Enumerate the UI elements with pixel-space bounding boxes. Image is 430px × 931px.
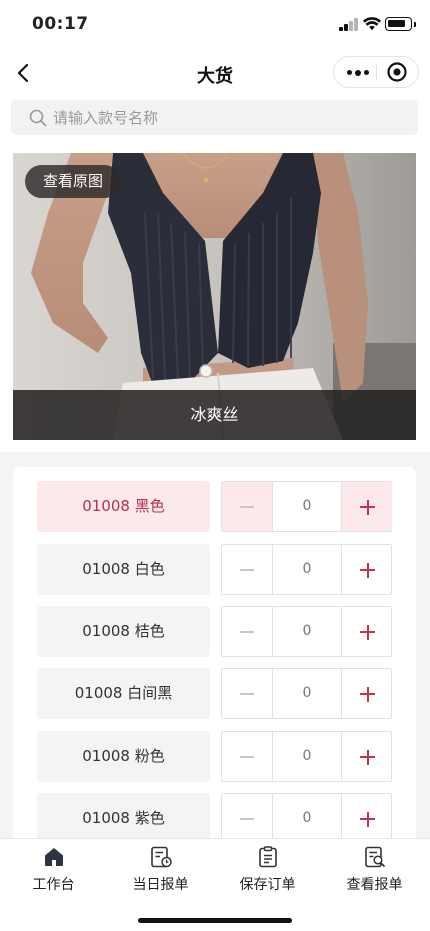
variant-label[interactable]: 01008 白间黑 [37,668,210,719]
increase-button[interactable] [342,732,392,781]
increase-button[interactable] [342,669,392,718]
search-input[interactable] [53,100,403,135]
variants-section[interactable]: 01008 黑色 0 01008 白色 0 01008 桔色 0 01008 白… [0,452,430,838]
variants-panel: 01008 黑色 0 01008 白色 0 01008 桔色 0 01008 白… [13,467,416,838]
increase-button[interactable] [342,545,392,594]
quantity-value[interactable]: 0 [272,732,342,781]
decrease-button[interactable] [222,545,272,594]
decrease-button[interactable] [222,669,272,718]
increase-button[interactable] [342,482,392,531]
variant-label[interactable]: 01008 紫色 [37,793,210,838]
variant-row: 01008 白色 0 [37,544,392,595]
decrease-button[interactable] [222,794,272,838]
home-icon [45,848,63,866]
search-report-icon [365,846,385,868]
quantity-value[interactable]: 0 [272,545,342,594]
search-bar[interactable] [11,100,418,135]
product-caption: 冰爽丝 [13,390,416,440]
quantity-stepper: 0 [221,606,392,657]
more-icon[interactable] [342,57,374,87]
quantity-stepper: 0 [221,544,392,595]
variant-row: 01008 桔色 0 [37,606,392,657]
quantity-stepper: 0 [221,481,392,532]
nav-bar: 大货 [0,50,430,96]
variant-row: 01008 黑色 0 [37,481,392,532]
tab-view-report[interactable]: 查看报单 [321,839,428,899]
variant-label[interactable]: 01008 白色 [37,544,210,595]
quantity-value[interactable]: 0 [272,669,342,718]
quantity-stepper: 0 [221,793,392,838]
clipboard-icon [259,846,277,868]
capsule-divider [376,65,377,80]
decrease-button[interactable] [222,607,272,656]
quantity-stepper: 0 [221,731,392,782]
close-miniprogram-icon[interactable] [386,61,408,83]
decrease-button[interactable] [222,482,272,531]
increase-button[interactable] [342,607,392,656]
decrease-button[interactable] [222,732,272,781]
quantity-value[interactable]: 0 [272,607,342,656]
variant-row: 01008 白间黑 0 [37,668,392,719]
tab-label: 保存订单 [239,877,296,893]
daily-report-icon [151,846,172,868]
wifi-icon [363,17,381,31]
variant-label[interactable]: 01008 粉色 [37,731,210,782]
tab-save-order[interactable]: 保存订单 [214,839,321,899]
home-indicator [138,918,292,923]
cellular-signal-icon [339,18,358,31]
tab-bar: 工作台 当日报单 保存订单 查看报单 [0,838,430,931]
miniprogram-capsule [333,56,419,88]
quantity-stepper: 0 [221,668,392,719]
tab-workbench[interactable]: 工作台 [0,839,107,899]
product-image[interactable]: 查看原图 冰爽丝 [13,153,416,440]
status-time: 00:17 [32,14,89,34]
tab-label: 当日报单 [132,877,189,893]
status-bar: 00:17 [0,0,430,50]
variant-label[interactable]: 01008 黑色 [37,481,210,532]
variant-row: 01008 粉色 0 [37,731,392,782]
quantity-value[interactable]: 0 [272,482,342,531]
increase-button[interactable] [342,794,392,838]
tab-label: 查看报单 [346,877,403,893]
search-icon [29,109,47,127]
quantity-value[interactable]: 0 [272,794,342,838]
battery-icon [385,17,416,31]
variant-row: 01008 紫色 0 [37,793,392,838]
variant-label[interactable]: 01008 桔色 [37,606,210,657]
view-original-button[interactable]: 查看原图 [25,165,121,198]
tab-label: 工作台 [32,877,75,893]
tab-daily-report[interactable]: 当日报单 [107,839,214,899]
